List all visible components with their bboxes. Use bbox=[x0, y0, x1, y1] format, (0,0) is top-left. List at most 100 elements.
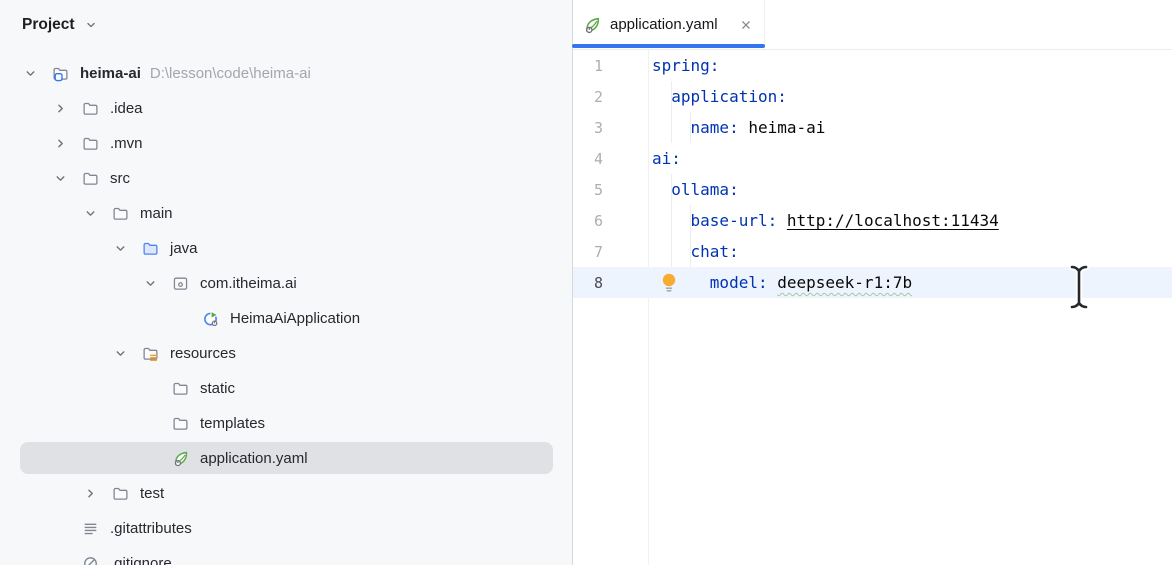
yaml-key: spring: bbox=[652, 56, 719, 75]
folder-icon bbox=[112, 485, 129, 502]
project-folder-icon bbox=[52, 65, 69, 82]
tree-item-mvn[interactable]: .mvn bbox=[0, 126, 572, 161]
tree-item-heimaaiapplication[interactable]: HeimaAiApplication bbox=[0, 301, 572, 336]
tree-item-test[interactable]: test bbox=[0, 476, 572, 511]
code-text: application: bbox=[603, 87, 787, 106]
code-text: spring: bbox=[603, 56, 719, 75]
line-number: 7 bbox=[573, 237, 603, 268]
tab-application-yaml[interactable]: application.yaml bbox=[573, 0, 765, 49]
code-line-6[interactable]: 6 base-url: http://localhost:11434 bbox=[573, 205, 1172, 236]
code-text: base-url: http://localhost:11434 bbox=[603, 211, 999, 230]
lightbulb-icon[interactable] bbox=[661, 272, 677, 293]
tree-item-label: HeimaAiApplication bbox=[230, 310, 360, 327]
code-line-2[interactable]: 2 application: bbox=[573, 81, 1172, 112]
editor-tab-bar: application.yaml bbox=[573, 0, 1172, 50]
code-line-3[interactable]: 3 name: heima-ai bbox=[573, 112, 1172, 143]
tree-item-src[interactable]: src bbox=[0, 161, 572, 196]
tab-title: application.yaml bbox=[610, 16, 718, 33]
tree-item-label: .idea bbox=[110, 100, 143, 117]
code-text: ai: bbox=[603, 149, 681, 168]
tree-item-label: .mvn bbox=[110, 135, 143, 152]
code-editor[interactable]: 1spring:2 application:3 name: heima-ai4a… bbox=[573, 50, 1172, 565]
folder-icon bbox=[172, 415, 189, 432]
yaml-indent bbox=[652, 211, 691, 230]
code-line-1[interactable]: 1spring: bbox=[573, 50, 1172, 81]
tree-item-label: src bbox=[110, 170, 130, 187]
code-line-5[interactable]: 5 ollama: bbox=[573, 174, 1172, 205]
tree-item-heima-ai[interactable]: heima-ai D:\lesson\code\heima-ai bbox=[0, 56, 572, 91]
project-tool-window: Project heima-ai D:\lesson\code\heima-ai.… bbox=[0, 0, 572, 565]
yaml-key: application: bbox=[671, 87, 787, 106]
yaml-key: model: bbox=[710, 273, 768, 292]
project-panel-title: Project bbox=[22, 16, 75, 34]
tree-item-application-yaml[interactable]: application.yaml bbox=[0, 441, 572, 476]
chevron-down-icon[interactable] bbox=[112, 241, 128, 257]
line-number: 8 bbox=[573, 268, 603, 299]
yaml-separator bbox=[768, 273, 778, 292]
chevron-down-icon[interactable] bbox=[82, 206, 98, 222]
tree-item-java[interactable]: java bbox=[0, 231, 572, 266]
folder-icon bbox=[172, 380, 189, 397]
tree-item-static[interactable]: static bbox=[0, 371, 572, 406]
ignore-file-icon bbox=[82, 555, 99, 565]
chevron-right-icon[interactable] bbox=[52, 101, 68, 117]
code-text: model: deepseek-r1:7b bbox=[603, 273, 912, 292]
folder-icon bbox=[82, 135, 99, 152]
tree-item-com-itheima-ai[interactable]: com.itheima.ai bbox=[0, 266, 572, 301]
active-tab-indicator bbox=[572, 44, 765, 48]
tree-item-gitattributes[interactable]: .gitattributes bbox=[0, 511, 572, 546]
tree-item-gitignore[interactable]: .gitignore bbox=[0, 546, 572, 565]
tree-item-label: application.yaml bbox=[200, 450, 308, 467]
line-number: 5 bbox=[573, 175, 603, 206]
yaml-indent bbox=[652, 87, 671, 106]
tree-item-resources[interactable]: resources bbox=[0, 336, 572, 371]
line-number: 3 bbox=[573, 113, 603, 144]
chevron-down-icon[interactable] bbox=[84, 18, 98, 32]
yaml-key: ai: bbox=[652, 149, 681, 168]
line-number: 2 bbox=[573, 82, 603, 113]
code-line-7[interactable]: 7 chat: bbox=[573, 236, 1172, 267]
tree-item-idea[interactable]: .idea bbox=[0, 91, 572, 126]
editor-area: application.yaml 1spring:2 application:3… bbox=[573, 0, 1172, 565]
project-tree: heima-ai D:\lesson\code\heima-ai .idea .mvn… bbox=[0, 56, 572, 565]
tree-item-label: java bbox=[170, 240, 198, 257]
tree-item-label: resources bbox=[170, 345, 236, 362]
yaml-key: base-url: bbox=[691, 211, 778, 230]
chevron-down-icon[interactable] bbox=[22, 66, 38, 82]
folder-java-icon bbox=[142, 240, 159, 257]
chevron-right-icon[interactable] bbox=[52, 136, 68, 152]
chevron-right-icon[interactable] bbox=[82, 486, 98, 502]
spring-file-icon bbox=[172, 450, 189, 467]
tree-item-label: static bbox=[200, 380, 235, 397]
code-line-8[interactable]: 8 model: deepseek-r1:7b bbox=[573, 267, 1172, 298]
folder-resources-icon bbox=[142, 345, 159, 362]
close-icon[interactable] bbox=[740, 19, 752, 31]
folder-icon bbox=[82, 170, 99, 187]
yaml-indent bbox=[652, 180, 671, 199]
tree-item-label: templates bbox=[200, 415, 265, 432]
line-number: 4 bbox=[573, 144, 603, 175]
yaml-indent bbox=[652, 118, 691, 137]
chevron-down-icon[interactable] bbox=[112, 346, 128, 362]
tree-item-label: .gitignore bbox=[110, 555, 172, 565]
code-text: ollama: bbox=[603, 180, 739, 199]
yaml-key: name: bbox=[691, 118, 739, 137]
project-panel-header[interactable]: Project bbox=[0, 0, 572, 50]
tree-item-path: D:\lesson\code\heima-ai bbox=[150, 65, 311, 82]
tree-item-label: heima-ai bbox=[80, 65, 141, 82]
yaml-key: ollama: bbox=[671, 180, 738, 199]
yaml-value: deepseek-r1:7b bbox=[777, 273, 912, 292]
chevron-down-icon[interactable] bbox=[52, 171, 68, 187]
folder-icon bbox=[112, 205, 129, 222]
yaml-key: chat: bbox=[691, 242, 739, 261]
spring-boot-class-icon bbox=[202, 310, 219, 327]
code-text: name: heima-ai bbox=[603, 118, 825, 137]
code-lines: 1spring:2 application:3 name: heima-ai4a… bbox=[573, 50, 1172, 298]
yaml-value: heima-ai bbox=[748, 118, 825, 137]
code-line-4[interactable]: 4 ai: bbox=[573, 143, 1172, 174]
tree-item-main[interactable]: main bbox=[0, 196, 572, 231]
chevron-down-icon[interactable] bbox=[142, 276, 158, 292]
tree-item-templates[interactable]: templates bbox=[0, 406, 572, 441]
folder-icon bbox=[82, 100, 99, 117]
tree-item-label: test bbox=[140, 485, 164, 502]
